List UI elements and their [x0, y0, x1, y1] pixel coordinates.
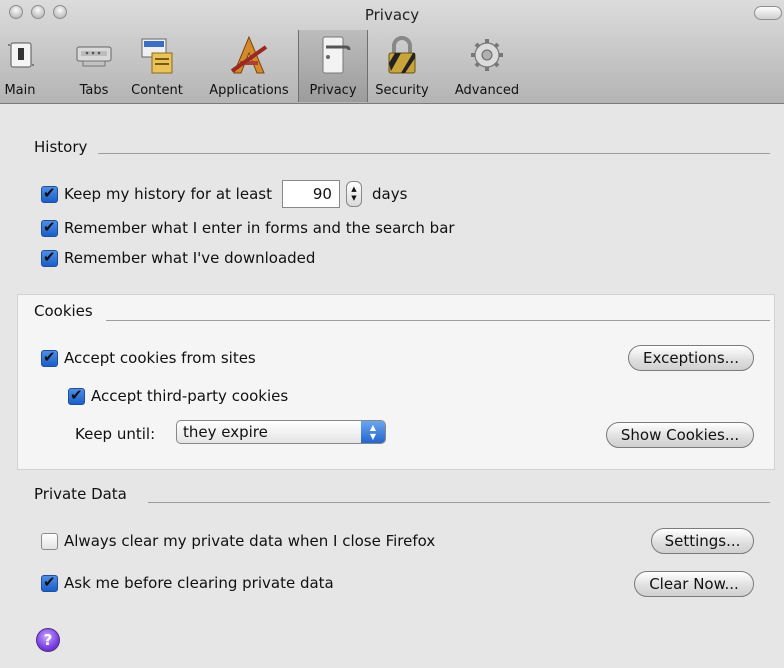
private-data-divider [148, 502, 770, 503]
remember-downloads-checkbox[interactable] [41, 248, 58, 267]
accept-cookies-label: Accept cookies from sites [64, 349, 256, 367]
tab-applications[interactable]: Applications [201, 30, 297, 102]
history-divider [98, 153, 770, 154]
remember-forms-checkbox[interactable] [41, 218, 58, 237]
keep-until-select[interactable]: they expire ▲ ▼ [176, 420, 386, 444]
tab-security[interactable]: Security [368, 30, 436, 102]
history-days-stepper[interactable]: ▲ ▼ [345, 181, 362, 207]
preferences-window: Privacy Main Tabs Content Applications P… [0, 0, 784, 668]
exceptions-button[interactable]: Exceptions... [628, 345, 754, 371]
ask-before-clearing-label: Ask me before clearing private data [64, 574, 334, 592]
private-data-section-title: Private Data [34, 485, 127, 503]
tab-tabs[interactable]: Tabs [72, 30, 116, 102]
cookies-divider [106, 320, 770, 321]
always-clear-row: Always clear my private data when I clos… [41, 530, 435, 552]
tab-advanced[interactable]: Advanced [448, 30, 526, 102]
toolbar: Privacy Main Tabs Content Applications P… [0, 0, 784, 104]
always-clear-checkbox[interactable] [41, 532, 58, 550]
cookies-section-title: Cookies [34, 302, 93, 320]
select-arrows-icon: ▲ ▼ [361, 421, 385, 443]
keep-until-label: Keep until: [75, 425, 156, 443]
keep-until-value: they expire [183, 423, 268, 441]
lock-icon [388, 36, 416, 74]
third-party-cookies-label: Accept third-party cookies [91, 387, 289, 405]
tab-main[interactable]: Main [0, 30, 40, 102]
third-party-cookies-row: Accept third-party cookies [68, 385, 288, 407]
remember-forms-label: Remember what I enter in forms and the s… [64, 219, 455, 237]
keep-history-checkbox[interactable] [41, 184, 58, 203]
gear-icon [471, 39, 503, 71]
remember-downloads-row: Remember what I've downloaded [41, 247, 315, 269]
show-cookies-button[interactable]: Show Cookies... [606, 422, 754, 448]
accept-cookies-row: Accept cookies from sites [41, 347, 256, 369]
content-icon [141, 38, 173, 74]
history-days-input[interactable]: 90 [281, 180, 340, 208]
remember-forms-row: Remember what I enter in forms and the s… [41, 217, 455, 239]
clear-now-button[interactable]: Clear Now... [634, 571, 754, 597]
remember-downloads-label: Remember what I've downloaded [64, 249, 316, 267]
toolbar-toggle-button[interactable] [754, 6, 782, 20]
settings-button[interactable]: Settings... [651, 528, 754, 554]
window-title: Privacy [364, 6, 420, 24]
accept-cookies-checkbox[interactable] [41, 348, 58, 367]
days-label: days [371, 185, 408, 203]
help-button[interactable]: ? [36, 628, 60, 652]
applications-icon [230, 35, 268, 74]
tabs-icon [76, 46, 112, 67]
privacy-icon [322, 36, 351, 74]
ask-before-clearing-checkbox[interactable] [41, 573, 58, 592]
tab-privacy[interactable]: Privacy [298, 30, 368, 102]
third-party-cookies-checkbox[interactable] [68, 386, 85, 405]
ask-before-clearing-row: Ask me before clearing private data [41, 572, 334, 594]
keep-history-label: Keep my history for at least [64, 185, 272, 203]
always-clear-label: Always clear my private data when I clos… [64, 532, 436, 550]
keep-history-row: Keep my history for at least 90 ▲▼ days [41, 180, 407, 208]
tab-content[interactable]: Content [124, 30, 190, 102]
switch-icon [8, 42, 34, 68]
history-section-title: History [34, 138, 88, 156]
